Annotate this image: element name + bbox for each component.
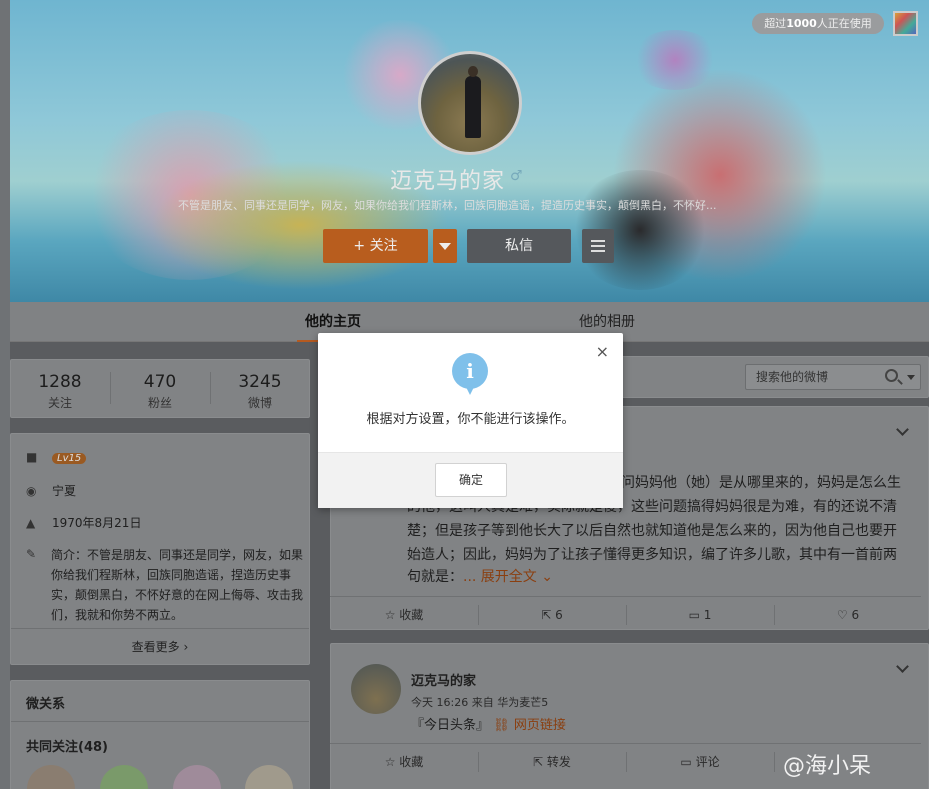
like-button[interactable]: ♡ 6: [774, 597, 922, 633]
location-icon: ◉: [26, 484, 37, 498]
level-row: ■ Lv15: [26, 450, 87, 464]
see-more-label: 查看更多: [131, 640, 180, 654]
menu-icon: [591, 240, 605, 242]
stat-label: 关注: [47, 396, 72, 410]
comment-button[interactable]: ▭ 1: [626, 597, 774, 633]
avatar-figure: [465, 66, 481, 138]
comment-icon: ▭: [688, 608, 704, 622]
online-users-chip: 超过1000人正在使用: [752, 13, 884, 34]
post-text-body: 『今日头条』: [411, 718, 490, 733]
birthday-row: ▲ 1970年8月21日: [26, 514, 141, 531]
bookmark-icon: ■: [26, 450, 38, 464]
avatar[interactable]: [245, 765, 293, 789]
star-icon: ☆: [384, 755, 400, 769]
stat-value: 470: [143, 372, 177, 392]
intro-text: 简介：不管是朋友、同事还是同学，网友，如果你给我们程斯林，回族同胞造谣，捏造历史…: [51, 548, 304, 622]
dialog-message: 根据对方设置，你不能进行该操作。: [366, 412, 575, 427]
favorite-button[interactable]: ☆ 收藏: [330, 744, 478, 780]
location-text: 宁夏: [52, 484, 77, 498]
like-icon: ♡: [836, 608, 852, 622]
avatar[interactable]: [418, 51, 522, 155]
stat-weibo[interactable]: 3245 微博: [211, 360, 309, 411]
divider: [11, 721, 309, 722]
action-label: 评论: [695, 755, 720, 769]
stat-value: 3245: [238, 372, 282, 392]
level-badge[interactable]: Lv15: [52, 453, 87, 464]
action-label: 收藏: [399, 608, 424, 622]
relations-title: 微关系: [26, 697, 66, 712]
dialog-footer: 确定: [318, 452, 623, 508]
chevron-down-icon[interactable]: [907, 375, 915, 380]
post-actions: ☆ 收藏 ⇱ 6 ▭ 1 ♡ 6: [330, 596, 921, 632]
close-icon[interactable]: ×: [596, 343, 609, 361]
profile-bio: 不管是朋友、同事还是同学，网友，如果你给我们程斯林，回族同胞造谣，提造历史事实，…: [178, 199, 717, 212]
comment-icon: ▭: [680, 755, 696, 769]
stats-card: 1288 关注 470 粉丝 3245 微博: [10, 359, 310, 418]
see-more-link[interactable]: 查看更多 ›: [11, 628, 309, 664]
action-label: 6: [851, 608, 860, 622]
follow-dropdown-button[interactable]: [433, 229, 457, 263]
search-input[interactable]: 搜索他的微博: [745, 364, 921, 390]
share-icon: ⇱: [541, 608, 556, 622]
repost-button[interactable]: ⇱ 6: [478, 597, 626, 633]
star-icon: ☆: [384, 608, 400, 622]
expand-link[interactable]: ... 展开全文: [463, 569, 537, 585]
post-text-line: 始造人；因此，妈妈为了让孩子懂得更多知识，编了许多儿歌，其中有一首前两: [407, 547, 897, 563]
location-row: ◉ 宁夏: [26, 482, 76, 499]
profile-name: 迈克马的家: [390, 169, 506, 194]
info-icon: i: [452, 353, 488, 395]
info-card: ■ Lv15 ◉ 宁夏 ▲ 1970年8月21日 ✎ 简介：不管是朋友、同事还是同学，…: [10, 433, 310, 665]
action-label: 6: [555, 608, 563, 622]
avatar[interactable]: [27, 765, 75, 789]
avatar[interactable]: [351, 664, 401, 714]
relations-card: 微关系 共同关注(48): [10, 680, 310, 789]
menu-icon-bar: [591, 250, 605, 252]
chevron-down-icon[interactable]: [896, 660, 909, 673]
stat-value: 1288: [38, 372, 82, 392]
post-meta: 今天 16:26 来自 华为麦芒5: [411, 696, 549, 709]
action-label: 转发: [546, 755, 571, 769]
stat-followers[interactable]: 470 粉丝: [111, 360, 209, 411]
stat-label: 粉丝: [147, 396, 172, 410]
permission-dialog: × i 根据对方设置，你不能进行该操作。 确定: [318, 333, 623, 508]
repost-button[interactable]: ⇱ 转发: [478, 744, 626, 780]
post-text-line: 楚；但是孩子等到他长大了以后自然也就知道他是怎么来的，因为他自己也要开: [407, 523, 897, 539]
link-icon: ⛓: [493, 718, 510, 733]
male-icon: ♂: [510, 168, 523, 184]
confirm-button[interactable]: 确定: [435, 463, 507, 497]
web-link[interactable]: 网页链接: [514, 718, 566, 733]
search-placeholder: 搜索他的微博: [756, 370, 829, 384]
chevron-down-icon[interactable]: [896, 423, 909, 436]
search-icon[interactable]: [885, 369, 898, 382]
post-text-tail: 句就是：: [407, 569, 463, 585]
stat-following[interactable]: 1288 关注: [11, 360, 109, 411]
action-label: 1: [703, 608, 712, 622]
divider: [774, 752, 775, 772]
edit-icon: ✎: [26, 547, 37, 561]
watermark: @海小呆: [783, 754, 872, 779]
skin-icon[interactable]: [893, 11, 918, 36]
chevron-down-icon[interactable]: ⌄: [541, 569, 553, 585]
more-menu-button[interactable]: [582, 229, 614, 263]
avatar[interactable]: [100, 765, 148, 789]
follow-button[interactable]: + 关注: [323, 229, 428, 263]
comment-button[interactable]: ▭ 评论: [626, 744, 774, 780]
action-label: 收藏: [399, 755, 424, 769]
avatar[interactable]: [173, 765, 221, 789]
cake-icon: ▲: [26, 516, 36, 530]
birthday-text: 1970年8月21日: [52, 516, 142, 530]
share-icon: ⇱: [533, 755, 547, 769]
common-follow-title: 共同关注(48): [26, 740, 108, 755]
post-text: 『今日头条』 ⛓ 网页链接: [411, 714, 566, 733]
cover-decoration: [630, 30, 720, 90]
post-author[interactable]: 迈克马的家: [411, 670, 476, 689]
post-text-line: 问妈妈他（她）是从哪里来的，妈妈是怎么生: [621, 475, 901, 491]
page-left-gutter: [0, 0, 10, 789]
chevron-right-icon: ›: [183, 640, 189, 654]
stat-label: 微博: [247, 396, 272, 410]
message-button[interactable]: 私信: [467, 229, 571, 263]
favorite-button[interactable]: ☆ 收藏: [330, 597, 478, 633]
post-text-line: 句就是：... 展开全文 ⌄: [407, 565, 907, 589]
menu-icon-bar: [591, 245, 605, 247]
